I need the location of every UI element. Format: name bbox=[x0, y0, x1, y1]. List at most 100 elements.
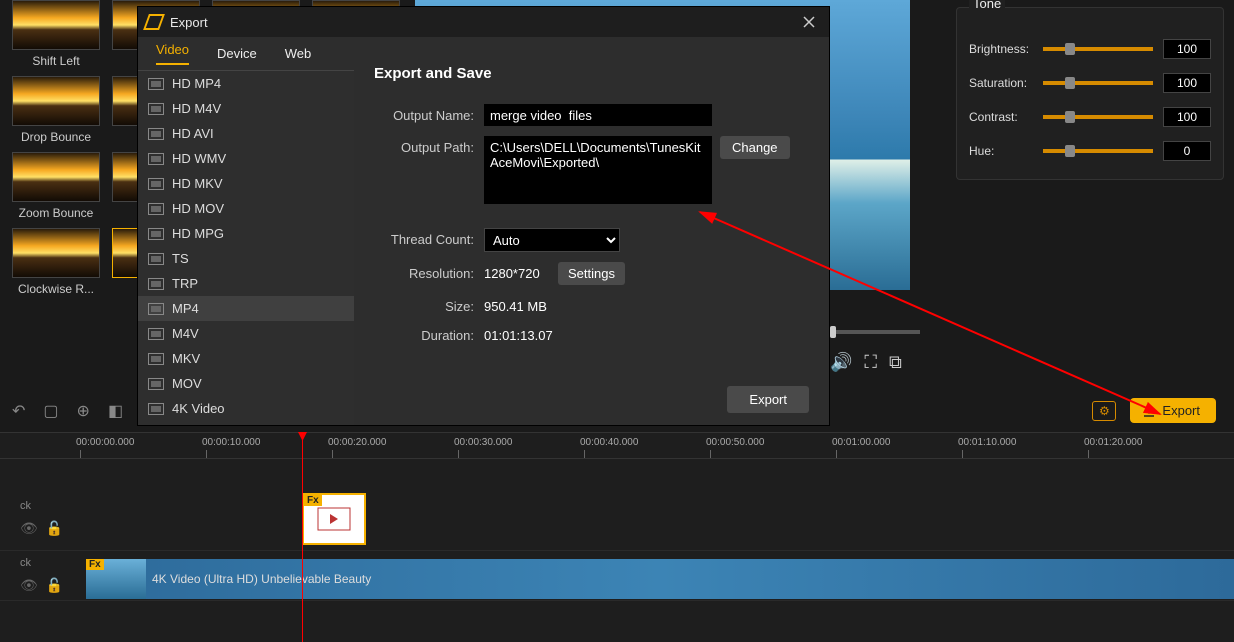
thread-count-select[interactable]: Auto bbox=[484, 228, 620, 252]
tone-value-input[interactable] bbox=[1163, 141, 1211, 161]
effect-item[interactable]: Clockwise R... bbox=[8, 228, 104, 296]
tab-device[interactable]: Device bbox=[217, 46, 257, 61]
format-file-icon bbox=[148, 303, 164, 315]
dialog-export-button[interactable]: Export bbox=[727, 386, 809, 413]
eye-icon[interactable]: 👁 bbox=[20, 577, 38, 594]
export-form: Export and Save Output Name: Output Path… bbox=[354, 37, 829, 425]
format-item[interactable]: MP4 bbox=[138, 296, 354, 321]
format-label: 4K Video bbox=[172, 401, 225, 416]
format-item[interactable]: HD AVI bbox=[138, 121, 354, 146]
track-label: ck bbox=[20, 557, 80, 569]
format-file-icon bbox=[148, 228, 164, 240]
effect-item[interactable]: Zoom Bounce bbox=[8, 152, 104, 220]
track-effects[interactable]: ck 👁 🔓 Fx bbox=[0, 487, 1234, 551]
format-label: HD AVI bbox=[172, 126, 214, 141]
tone-slider[interactable] bbox=[1043, 47, 1153, 51]
tool-row: ↶ ▢ ⊕ ◧ bbox=[0, 396, 135, 426]
lock-icon[interactable]: 🔓 bbox=[46, 520, 63, 537]
format-side-column: Video Device Web HD MP4 HD M4V HD AVI HD WM… bbox=[138, 37, 354, 425]
effect-item[interactable]: Drop Bounce bbox=[8, 76, 104, 144]
size-value: 950.41 MB bbox=[484, 295, 547, 314]
ruler-tick: 00:01:20.000 bbox=[1088, 433, 1214, 458]
format-label: MP4 bbox=[172, 301, 199, 316]
format-label: TRP bbox=[172, 276, 198, 291]
tone-value-input[interactable] bbox=[1163, 107, 1211, 127]
format-label: HD MKV bbox=[172, 176, 223, 191]
export-bar: ⚙ Export bbox=[1092, 398, 1216, 423]
undo-icon[interactable]: ↶ bbox=[12, 401, 25, 421]
format-item[interactable]: MOV bbox=[138, 371, 354, 396]
settings-button[interactable]: Settings bbox=[558, 262, 625, 285]
tool4-icon[interactable]: ◧ bbox=[108, 401, 123, 421]
timeline-ruler[interactable]: 00:00:00.00000:00:10.00000:00:20.00000:0… bbox=[0, 433, 1234, 459]
ruler-tick: 00:01:10.000 bbox=[962, 433, 1088, 458]
format-item[interactable]: HD M4V bbox=[138, 96, 354, 121]
format-file-icon bbox=[148, 378, 164, 390]
format-item[interactable]: HD WMV bbox=[138, 146, 354, 171]
duration-value: 01:01:13.07 bbox=[484, 324, 553, 343]
format-label: MKV bbox=[172, 351, 200, 366]
marker-icon[interactable]: ▢ bbox=[43, 401, 58, 421]
tone-label: Hue: bbox=[969, 144, 1043, 158]
format-item[interactable]: TS bbox=[138, 246, 354, 271]
label-size: Size: bbox=[374, 295, 484, 314]
add-icon[interactable]: ⊕ bbox=[77, 401, 90, 421]
fx-clip[interactable]: Fx bbox=[302, 493, 366, 545]
snapshot-icon[interactable]: ⛶ bbox=[864, 352, 877, 373]
format-label: TS bbox=[172, 251, 189, 266]
render-icon[interactable]: ⚙ bbox=[1092, 401, 1116, 421]
ruler-tick: 00:00:40.000 bbox=[584, 433, 710, 458]
player-progress[interactable] bbox=[830, 330, 920, 334]
change-button[interactable]: Change bbox=[720, 136, 790, 159]
fx-badge: Fx bbox=[86, 559, 104, 570]
lock-icon[interactable]: 🔓 bbox=[46, 577, 63, 594]
playhead[interactable] bbox=[302, 432, 303, 642]
ruler-tick: 00:00:30.000 bbox=[458, 433, 584, 458]
main-export-button[interactable]: Export bbox=[1130, 398, 1216, 423]
track-video[interactable]: ck 👁 🔓 Fx 4K Video (Ultra HD) Unbelievab… bbox=[0, 551, 1234, 601]
eye-icon[interactable]: 👁 bbox=[20, 520, 38, 537]
tone-value-input[interactable] bbox=[1163, 73, 1211, 93]
player-controls: 🔊 ⛶ ⧉ bbox=[830, 330, 935, 390]
tone-value-input[interactable] bbox=[1163, 39, 1211, 59]
tone-label: Saturation: bbox=[969, 76, 1043, 90]
tone-slider[interactable] bbox=[1043, 81, 1153, 85]
format-item[interactable]: TRP bbox=[138, 271, 354, 296]
format-label: M4V bbox=[172, 326, 199, 341]
format-label: HD MP4 bbox=[172, 76, 221, 91]
output-name-input[interactable] bbox=[484, 104, 712, 126]
main-export-label: Export bbox=[1162, 403, 1200, 418]
tab-web[interactable]: Web bbox=[285, 46, 312, 61]
effect-item[interactable]: Shift Left bbox=[8, 0, 104, 68]
format-item[interactable]: HD MOV bbox=[138, 196, 354, 221]
tone-slider[interactable] bbox=[1043, 115, 1153, 119]
dialog-title: Export bbox=[170, 15, 208, 30]
output-path-input[interactable] bbox=[484, 136, 712, 204]
format-label: HD M4V bbox=[172, 101, 221, 116]
tone-row: Contrast: bbox=[969, 107, 1211, 127]
format-item[interactable]: HD MPG bbox=[138, 221, 354, 246]
video-clip[interactable]: Fx 4K Video (Ultra HD) Unbelievable Beau… bbox=[86, 559, 1234, 599]
label-duration: Duration: bbox=[374, 324, 484, 343]
format-file-icon bbox=[148, 353, 164, 365]
fullscreen-icon[interactable]: ⧉ bbox=[889, 352, 902, 373]
volume-icon[interactable]: 🔊 bbox=[830, 352, 852, 373]
tab-video[interactable]: Video bbox=[156, 42, 189, 65]
effect-label: Clockwise R... bbox=[8, 282, 104, 296]
format-file-icon bbox=[148, 403, 164, 415]
dialog-titlebar: Export bbox=[138, 7, 829, 37]
tone-slider[interactable] bbox=[1043, 149, 1153, 153]
format-label: HD MOV bbox=[172, 201, 224, 216]
effect-label: Drop Bounce bbox=[8, 130, 104, 144]
tone-label: Contrast: bbox=[969, 110, 1043, 124]
format-item[interactable]: 4K Video bbox=[138, 396, 354, 421]
timeline: 00:00:00.00000:00:10.00000:00:20.00000:0… bbox=[0, 432, 1234, 642]
format-item[interactable]: MKV bbox=[138, 346, 354, 371]
tone-panel: Tone Brightness:Saturation:Contrast:Hue: bbox=[956, 0, 1224, 180]
format-item[interactable]: HD MP4 bbox=[138, 71, 354, 96]
effect-label: Shift Left bbox=[8, 54, 104, 68]
close-icon[interactable] bbox=[797, 10, 821, 34]
format-item[interactable]: M4V bbox=[138, 321, 354, 346]
label-output-path: Output Path: bbox=[374, 136, 484, 155]
format-item[interactable]: HD MKV bbox=[138, 171, 354, 196]
